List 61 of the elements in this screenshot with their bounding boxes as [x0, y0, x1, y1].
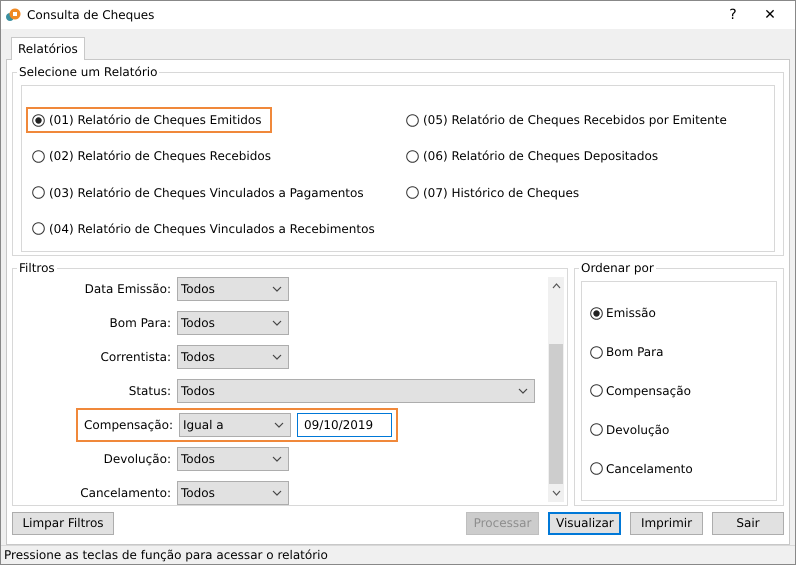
- radio-button[interactable]: [32, 150, 45, 163]
- radio-button[interactable]: [406, 150, 419, 163]
- field-label: Cancelamento:: [79, 485, 171, 502]
- radio-button[interactable]: [32, 222, 45, 236]
- dropdown[interactable]: Todos: [177, 345, 289, 369]
- radio-option[interactable]: (04) Relatório de Cheques Vinculados a Recebimentos: [30, 216, 377, 242]
- group-title: Ordenar por: [579, 260, 656, 276]
- radio-option[interactable]: Cancelamento: [590, 460, 776, 478]
- radio-option[interactable]: (07) Histórico de Cheques: [404, 180, 582, 206]
- app-logo-icon: [5, 7, 21, 23]
- radio-button[interactable]: [406, 114, 419, 127]
- radio-option[interactable]: Devolução: [590, 420, 776, 439]
- close-button[interactable]: ✕: [747, 1, 793, 29]
- scroll-thumb[interactable]: [549, 344, 563, 484]
- chevron-down-icon: [518, 388, 528, 394]
- field-label: Bom Para:: [108, 315, 171, 332]
- action-button[interactable]: Imprimir: [630, 512, 703, 534]
- action-button[interactable]: Sair: [712, 512, 784, 534]
- field-label: Status:: [128, 383, 171, 400]
- date-field[interactable]: 09/10/2019: [297, 413, 392, 437]
- dropdown[interactable]: Todos: [177, 277, 289, 301]
- chevron-down-icon: [272, 286, 282, 292]
- field-label: Data Emissão:: [84, 281, 171, 298]
- action-button[interactable]: Visualizar: [548, 512, 621, 534]
- chevron-down-icon: [272, 456, 282, 462]
- radio-button[interactable]: [32, 186, 45, 200]
- window-title: Consulta de Cheques: [27, 7, 156, 24]
- action-button[interactable]: Limpar Filtros: [12, 512, 114, 534]
- radio-option[interactable]: Bom Para: [590, 343, 776, 362]
- radio-button[interactable]: [32, 114, 45, 127]
- scroll-down-icon[interactable]: [552, 490, 560, 496]
- radio-option[interactable]: (01) Relatório de Cheques Emitidos: [26, 107, 272, 134]
- tab[interactable]: Relatórios: [11, 37, 85, 60]
- radio-option[interactable]: Compensação: [590, 382, 776, 400]
- field-label: Compensação:: [83, 417, 173, 434]
- radio-button[interactable]: [590, 306, 603, 320]
- field-label: Devolução:: [102, 451, 171, 468]
- radio-option[interactable]: (06) Relatório de Cheques Depositados: [404, 143, 660, 170]
- radio-button[interactable]: [590, 384, 603, 398]
- dropdown[interactable]: Todos: [177, 311, 289, 335]
- radio-option[interactable]: (02) Relatório de Cheques Recebidos: [30, 143, 273, 170]
- field-label: Correntista:: [100, 349, 171, 366]
- chevron-down-icon: [272, 320, 282, 326]
- dropdown[interactable]: Igual a: [179, 413, 291, 437]
- dropdown[interactable]: Todos: [177, 379, 535, 403]
- radio-button[interactable]: [406, 186, 419, 200]
- radio-option[interactable]: (05) Relatório de Cheques Recebidos por Emitente: [404, 107, 729, 134]
- chevron-down-icon: [272, 354, 282, 360]
- radio-button[interactable]: [590, 462, 603, 476]
- scroll-up-icon[interactable]: [552, 283, 560, 289]
- scrollbar[interactable]: [548, 277, 564, 502]
- radio-option[interactable]: (03) Relatório de Cheques Vinculados a Pagamentos: [30, 180, 366, 206]
- status-bar: Pressione as teclas de função para acessar o relatório: [1, 545, 795, 564]
- dropdown[interactable]: Todos: [177, 481, 289, 505]
- radio-button[interactable]: [590, 346, 603, 359]
- radio-option[interactable]: Emissão: [590, 304, 776, 322]
- radio-button[interactable]: [590, 423, 603, 436]
- chevron-down-icon: [274, 422, 284, 428]
- dropdown[interactable]: Todos: [177, 447, 289, 471]
- chevron-down-icon: [272, 490, 282, 496]
- help-button[interactable]: ?: [719, 1, 747, 29]
